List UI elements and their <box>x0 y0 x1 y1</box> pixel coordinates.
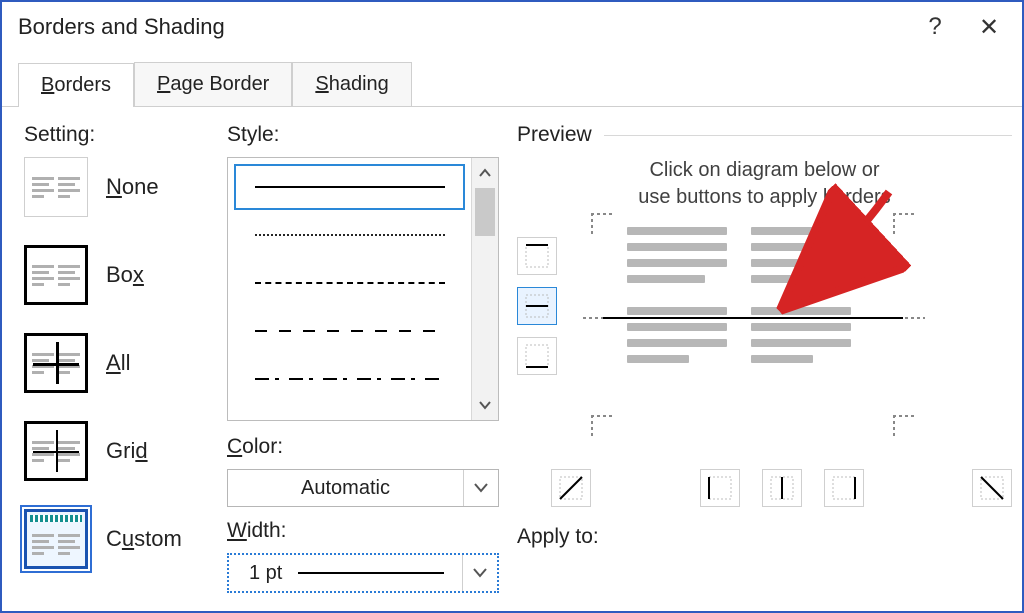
setting-none-thumb <box>24 157 88 217</box>
preview-label-row: Preview <box>517 123 1012 147</box>
setting-all-thumb <box>24 333 88 393</box>
width-value: 1 pt <box>229 555 462 591</box>
preview-label: Preview <box>517 123 592 147</box>
width-sample-line <box>298 572 444 574</box>
style-column: Style: Color: Automatic <box>227 123 499 606</box>
scroll-track[interactable] <box>472 188 498 390</box>
style-item-solid[interactable] <box>234 164 465 210</box>
scroll-up-button[interactable] <box>472 158 498 188</box>
style-item-dashed-medium[interactable] <box>234 308 465 354</box>
help-icon: ? <box>928 13 941 41</box>
close-button[interactable]: ✕ <box>962 3 1016 51</box>
style-item-dotted[interactable] <box>234 212 465 258</box>
width-dropdown-button[interactable] <box>462 555 497 591</box>
edge-left-button[interactable] <box>700 469 740 507</box>
dialog-window: Borders and Shading ? ✕ Borders Page Bor… <box>0 0 1024 613</box>
edge-buttons-bottom <box>517 469 1012 507</box>
titlebar: Borders and Shading ? ✕ <box>2 2 1022 52</box>
setting-custom[interactable]: Custom <box>24 509 209 569</box>
style-listbox[interactable] <box>227 157 499 421</box>
edge-diag-down-button[interactable] <box>551 469 591 507</box>
crop-corner-br <box>893 415 917 439</box>
apply-to-label: Apply to: <box>517 525 1012 549</box>
width-label-rest: idth: <box>247 519 287 542</box>
edge-inside-vertical-button[interactable] <box>762 469 802 507</box>
dialog-title: Borders and Shading <box>18 14 908 40</box>
tabstrip: Borders Page Border Shading <box>2 62 1022 107</box>
setting-none[interactable]: None <box>24 157 209 217</box>
dialog-body: Setting: None Box <box>2 107 1022 606</box>
color-value: Automatic <box>228 470 463 506</box>
color-label-rest: olor: <box>242 435 283 458</box>
tab-page-border[interactable]: Page Border <box>134 62 292 106</box>
setting-column: Setting: None Box <box>24 123 209 606</box>
annotation-arrow <box>569 177 919 417</box>
setting-grid[interactable]: Grid <box>24 421 209 481</box>
setting-all[interactable]: All <box>24 333 209 393</box>
tab-borders-rest: orders <box>54 74 111 96</box>
setting-custom-thumb <box>24 509 88 569</box>
edge-inside-horizontal-button[interactable] <box>517 287 557 325</box>
scroll-down-button[interactable] <box>472 390 498 420</box>
preview-area <box>517 217 1012 447</box>
style-list-inner <box>228 158 471 420</box>
scroll-thumb[interactable] <box>475 188 495 236</box>
style-label: Style: <box>227 123 499 147</box>
setting-none-label: one <box>122 174 159 199</box>
color-dropdown-button[interactable] <box>463 470 498 506</box>
edge-buttons-left <box>517 237 557 375</box>
setting-grid-thumb <box>24 421 88 481</box>
setting-box-thumb <box>24 245 88 305</box>
close-icon: ✕ <box>979 13 999 42</box>
style-item-dashdot[interactable] <box>234 356 465 402</box>
edge-top-button[interactable] <box>517 237 557 275</box>
style-item-dashed-short[interactable] <box>234 260 465 306</box>
preview-column: Preview Click on diagram below or use bu… <box>517 123 1012 606</box>
color-combobox[interactable]: Automatic <box>227 469 499 507</box>
tab-borders[interactable]: Borders <box>18 63 134 107</box>
width-combobox[interactable]: 1 pt <box>227 553 499 593</box>
edge-bottom-button[interactable] <box>517 337 557 375</box>
help-button[interactable]: ? <box>908 3 962 51</box>
tab-shading[interactable]: Shading <box>292 62 411 106</box>
style-scrollbar[interactable] <box>471 158 498 420</box>
setting-box[interactable]: Box <box>24 245 209 305</box>
setting-label: Setting: <box>24 123 209 147</box>
edge-diag-up-button[interactable] <box>972 469 1012 507</box>
preview-diagram[interactable] <box>569 217 899 447</box>
edge-right-button[interactable] <box>824 469 864 507</box>
